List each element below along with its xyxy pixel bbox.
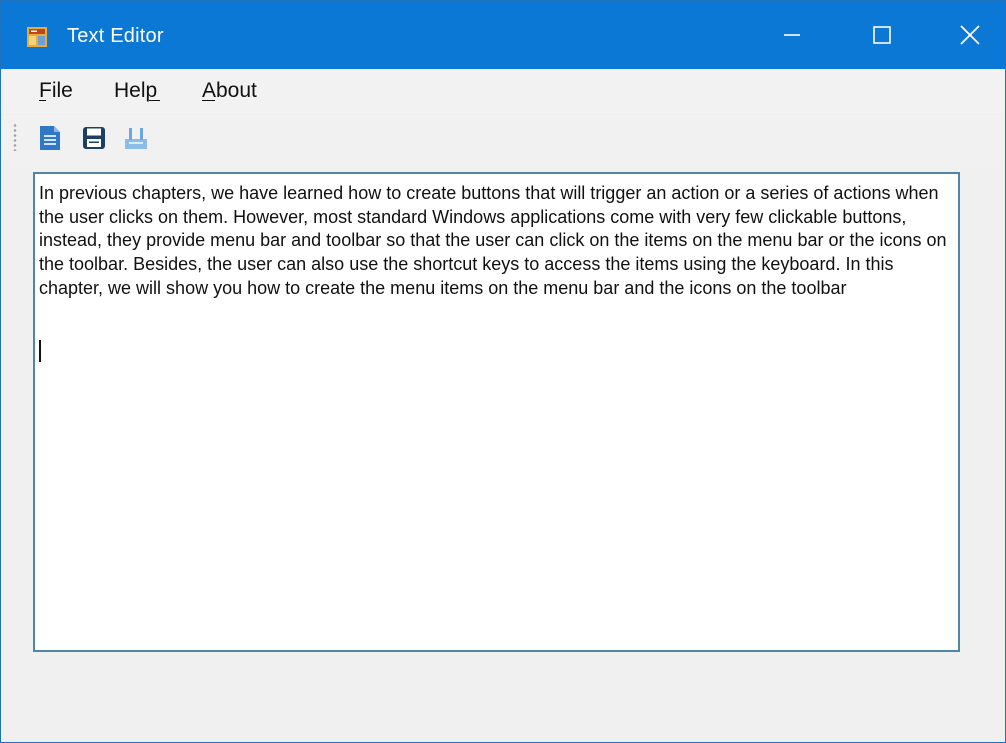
maximize-icon bbox=[873, 26, 891, 44]
new-document-button[interactable] bbox=[33, 121, 67, 155]
toolbar bbox=[1, 115, 1005, 161]
save-icon bbox=[83, 127, 105, 149]
text-caret bbox=[39, 340, 41, 362]
print-button[interactable] bbox=[119, 121, 153, 155]
window-title: Text Editor bbox=[67, 25, 164, 47]
editor-text[interactable]: In previous chapters, we have learned ho… bbox=[39, 182, 954, 301]
minimize-button[interactable] bbox=[763, 1, 821, 69]
minimize-icon bbox=[784, 34, 800, 36]
app-icon bbox=[27, 27, 47, 47]
maximize-button[interactable] bbox=[853, 1, 911, 69]
toolbar-grip[interactable] bbox=[13, 123, 17, 151]
text-editor-window: Text Editor File Help About In previous … bbox=[0, 0, 1006, 743]
text-editor-area[interactable]: In previous chapters, we have learned ho… bbox=[33, 172, 960, 652]
close-icon bbox=[960, 25, 980, 45]
help-mnemonic-underline bbox=[149, 100, 160, 101]
file-mnemonic-underline bbox=[39, 100, 46, 101]
title-bar[interactable]: Text Editor bbox=[1, 1, 1005, 69]
save-button[interactable] bbox=[77, 121, 111, 155]
about-mnemonic-underline bbox=[202, 100, 215, 101]
new-document-icon bbox=[40, 126, 60, 150]
print-icon bbox=[125, 128, 147, 149]
menu-bar: File Help About bbox=[1, 69, 1005, 113]
close-button[interactable] bbox=[941, 1, 999, 69]
